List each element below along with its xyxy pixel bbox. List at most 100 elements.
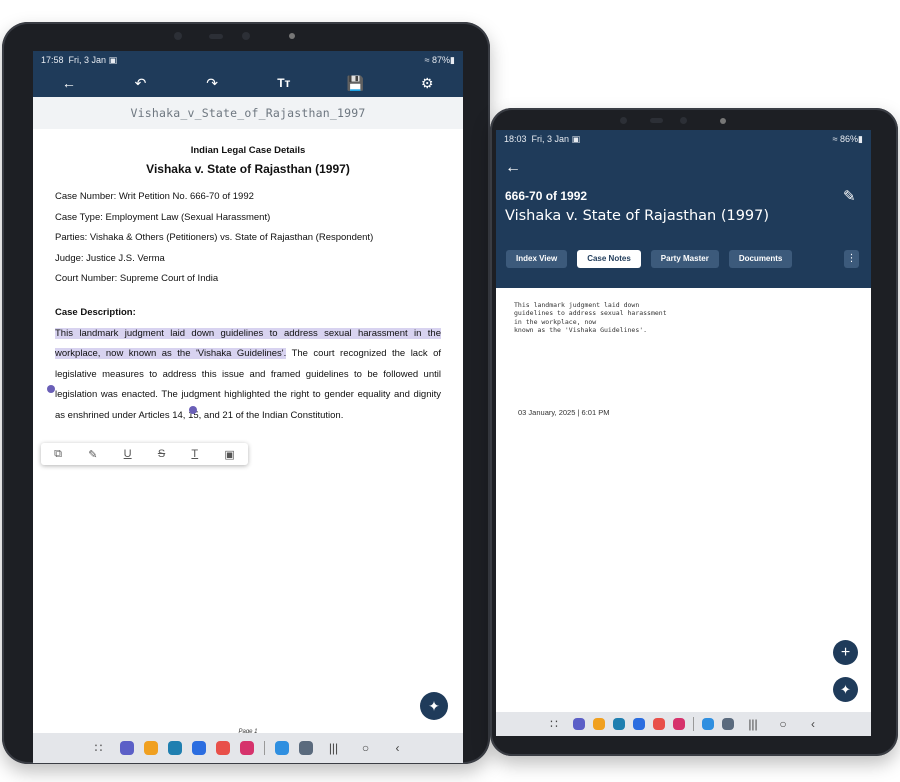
wifi-icon: ≈ bbox=[832, 133, 838, 144]
app-icon[interactable] bbox=[653, 718, 665, 730]
highlighter-icon[interactable]: ✎ bbox=[88, 448, 97, 461]
case-header: 18:03 Fri, 3 Jan ▣ ≈ 86%▮ ← 666-70 of 19… bbox=[496, 130, 871, 288]
note-card[interactable]: This landmark judgment laid down guideli… bbox=[514, 301, 674, 335]
doc-heading: Indian Legal Case Details bbox=[190, 145, 306, 156]
app-icon[interactable] bbox=[593, 718, 605, 730]
app-icon[interactable] bbox=[167, 741, 182, 755]
sparkle-icon: ✦ bbox=[840, 681, 851, 697]
status-date: Fri, 3 Jan bbox=[68, 54, 107, 65]
sensor-icon bbox=[209, 34, 223, 39]
tab-party-master[interactable]: Party Master bbox=[650, 250, 719, 268]
text-format-toolbar: ⧉ ✎ U S T ▣ bbox=[41, 443, 248, 465]
back-icon[interactable]: ‹ bbox=[387, 741, 409, 755]
tab-documents[interactable]: Documents bbox=[728, 250, 793, 268]
app-icon[interactable] bbox=[143, 741, 158, 755]
home-icon[interactable]: ○ bbox=[772, 717, 794, 731]
edit-pencil-icon[interactable]: ✎ bbox=[843, 187, 856, 205]
apps-grid-icon[interactable]: ∷ bbox=[543, 717, 565, 731]
description-heading: Case Description: bbox=[55, 306, 136, 318]
note-line: in the workplace, now bbox=[514, 317, 597, 326]
app-icon[interactable] bbox=[274, 741, 289, 755]
selection-start-handle[interactable] bbox=[47, 385, 55, 393]
camera-icon bbox=[620, 117, 627, 124]
selection-end-handle[interactable] bbox=[189, 406, 197, 414]
redo-icon[interactable]: ↷ bbox=[197, 75, 227, 92]
battery-level: 87% bbox=[432, 54, 451, 65]
clear-format-icon[interactable]: T bbox=[191, 448, 198, 460]
app-icon[interactable] bbox=[573, 718, 585, 730]
back-icon[interactable]: ‹ bbox=[802, 717, 824, 731]
add-note-button[interactable]: + bbox=[833, 640, 858, 665]
status-date: Fri, 3 Jan bbox=[531, 133, 570, 144]
arrow-left-icon[interactable]: ← bbox=[505, 159, 521, 177]
app-icon[interactable] bbox=[702, 718, 714, 730]
status-bar: 18:03 Fri, 3 Jan ▣ ≈ 86%▮ bbox=[504, 133, 863, 144]
app-icon[interactable] bbox=[239, 741, 254, 755]
divider bbox=[263, 741, 265, 755]
tablet-left: 17:58 Fri, 3 Jan ▣ ≈ 87%▮ ← ↶ ↷ Tᴛ 💾 ⚙ V… bbox=[2, 22, 490, 764]
case-number: 666-70 of 1992 bbox=[505, 189, 588, 203]
editor-toolbar: ← ↶ ↷ Tᴛ 💾 ⚙ bbox=[33, 69, 463, 97]
document-title: Vishaka_v_State_of_Rajasthan_1997 bbox=[33, 97, 463, 129]
case-title: Vishaka v. State of Rajasthan (1997) bbox=[505, 208, 770, 224]
strikethrough-icon[interactable]: S bbox=[158, 448, 165, 460]
navigation-bar: ∷ ||| ○ ‹ bbox=[33, 733, 463, 763]
doc-case-name: Vishaka v. State of Rajasthan (1997) bbox=[146, 162, 350, 176]
underline-icon[interactable]: U bbox=[124, 448, 132, 460]
note-line: This landmark judgment laid down bbox=[514, 301, 640, 309]
apps-grid-icon[interactable]: ∷ bbox=[88, 741, 110, 755]
case-type-field: Case Type: Employment Law (Sexual Harass… bbox=[55, 211, 271, 223]
status-time: 17:58 bbox=[41, 54, 64, 65]
app-icon[interactable] bbox=[298, 741, 313, 755]
case-fields: Case Number: Writ Petition No. 666-70 of… bbox=[55, 187, 441, 290]
tab-case-notes[interactable]: Case Notes bbox=[577, 250, 641, 268]
save-icon[interactable]: 💾 bbox=[340, 75, 370, 92]
wifi-icon: ≈ bbox=[424, 54, 430, 65]
camera-icon bbox=[174, 32, 182, 40]
ai-notes-button[interactable]: ✦ bbox=[420, 692, 448, 720]
note-line: guidelines to address sexual harassment bbox=[514, 309, 667, 318]
sensor-icon bbox=[680, 117, 687, 124]
divider bbox=[693, 717, 694, 731]
recents-icon[interactable]: ||| bbox=[742, 717, 764, 731]
status-time: 18:03 bbox=[504, 133, 527, 144]
app-icon[interactable] bbox=[722, 718, 734, 730]
text-size-icon[interactable]: Tᴛ bbox=[269, 76, 299, 90]
app-icon[interactable] bbox=[613, 718, 625, 730]
status-bar: 17:58 Fri, 3 Jan ▣ ≈ 87%▮ bbox=[33, 51, 463, 69]
document-body[interactable]: Indian Legal Case Details Vishaka v. Sta… bbox=[55, 139, 441, 426]
court-field: Court Number: Supreme Court of India bbox=[55, 273, 219, 284]
home-icon[interactable]: ○ bbox=[355, 741, 377, 755]
editor-screen: 17:58 Fri, 3 Jan ▣ ≈ 87%▮ ← ↶ ↷ Tᴛ 💾 ⚙ V… bbox=[33, 51, 463, 763]
sensor-icon bbox=[242, 32, 250, 40]
app-icon[interactable] bbox=[215, 741, 230, 755]
tab-index-view[interactable]: Index View bbox=[506, 250, 568, 268]
description-paragraph[interactable]: This landmark judgment laid down guideli… bbox=[55, 324, 441, 427]
battery-level: 86% bbox=[840, 133, 859, 144]
arrow-left-icon[interactable]: ← bbox=[54, 75, 84, 91]
light-sensor-icon bbox=[720, 118, 726, 124]
note-line: known as the 'Vishaka Guidelines'. bbox=[514, 326, 648, 335]
more-vertical-icon[interactable]: ⋮ bbox=[844, 250, 859, 268]
judge-field: Judge: Justice J.S. Verma bbox=[55, 252, 165, 264]
gear-icon[interactable]: ⚙ bbox=[412, 75, 442, 92]
case-notes-screen: 18:03 Fri, 3 Jan ▣ ≈ 86%▮ ← 666-70 of 19… bbox=[496, 130, 871, 736]
undo-icon[interactable]: ↶ bbox=[125, 75, 155, 92]
save-icon[interactable]: ▣ bbox=[224, 448, 234, 461]
tablet-right: 18:03 Fri, 3 Jan ▣ ≈ 86%▮ ← 666-70 of 19… bbox=[490, 108, 898, 756]
plus-icon: + bbox=[840, 643, 851, 661]
paragraph-text: The court recognized the lack of legisla… bbox=[55, 348, 441, 421]
sensor-icon bbox=[650, 118, 663, 123]
copy-icon[interactable]: ⧉ bbox=[54, 448, 62, 461]
app-icon[interactable] bbox=[633, 718, 645, 730]
sparkle-document-icon: ✦ bbox=[428, 697, 440, 714]
light-sensor-icon bbox=[289, 33, 295, 39]
app-icon[interactable] bbox=[191, 741, 206, 755]
app-icon[interactable] bbox=[673, 718, 685, 730]
ai-assist-button[interactable]: ✦ bbox=[833, 677, 858, 702]
app-icon[interactable] bbox=[119, 741, 134, 755]
note-timestamp: 03 January, 2025 | 6:01 PM bbox=[518, 408, 610, 417]
navigation-bar: ∷ ||| ○ ‹ bbox=[496, 712, 871, 736]
recents-icon[interactable]: ||| bbox=[323, 741, 345, 755]
case-number-field: Case Number: Writ Petition No. 666-70 of… bbox=[55, 191, 254, 202]
